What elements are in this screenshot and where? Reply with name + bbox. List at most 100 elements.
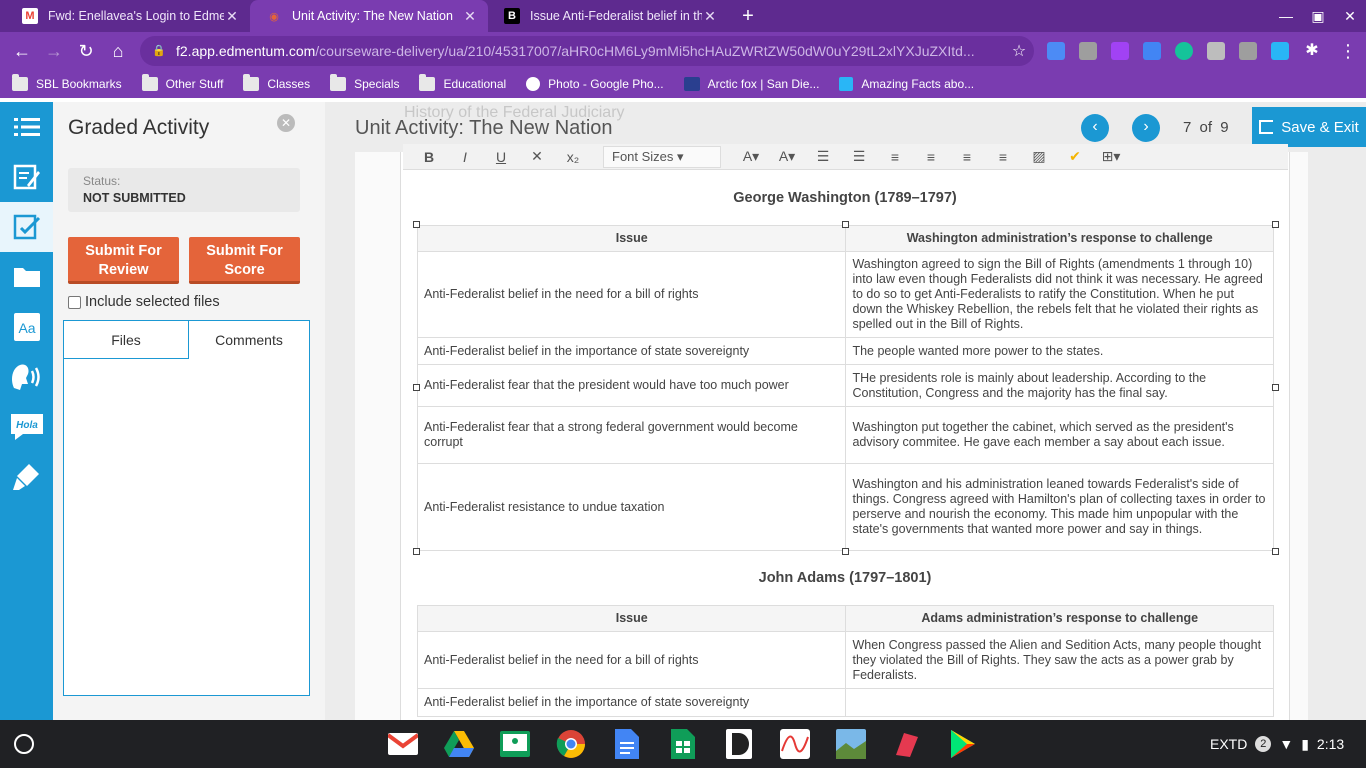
resize-handle[interactable] [413, 548, 420, 555]
save-and-exit-button[interactable]: Save & Exit [1252, 107, 1366, 147]
bookmark-arctic-fox[interactable]: Arctic fox | San Die... [683, 77, 819, 91]
table-icon[interactable]: ⊞▾ [1093, 148, 1129, 165]
extensions-puzzle-icon[interactable]: ✱ [1303, 42, 1321, 60]
close-icon[interactable]: ✕ [702, 8, 718, 25]
bookmark-amazing-facts[interactable]: Amazing Facts abo... [839, 77, 974, 91]
tab-gmail[interactable]: M Fwd: Enellavea's Login to Edmen ✕ [6, 0, 250, 32]
include-files-checkbox[interactable] [68, 295, 81, 309]
bookmark-other-stuff[interactable]: Other Stuff [141, 74, 223, 91]
resize-handle[interactable] [413, 384, 420, 391]
align-right-icon[interactable]: ≡ [985, 149, 1021, 165]
extension-icon[interactable] [1079, 42, 1097, 60]
tab-unit-activity[interactable]: ◉ Unit Activity: The New Nation ✕ [250, 0, 488, 32]
bookmark-educational[interactable]: Educational [419, 74, 506, 91]
bookmark-specials[interactable]: Specials [330, 74, 399, 91]
chrome-icon[interactable] [555, 728, 587, 760]
next-page-button[interactable]: › [1132, 114, 1160, 142]
bullet-list-icon[interactable]: ☰ [805, 148, 841, 165]
highlighter-icon[interactable] [0, 452, 53, 502]
system-tray[interactable]: EXTD 2 ▼ ▮ 2:13 [1200, 728, 1360, 760]
google-classroom-icon[interactable] [499, 728, 531, 760]
italic-icon[interactable]: I [447, 149, 483, 165]
minimize-icon[interactable]: — [1270, 0, 1302, 32]
google-docs-icon[interactable] [611, 728, 643, 760]
response-cell[interactable]: The people wanted more power to the stat… [845, 337, 1274, 365]
align-center-icon[interactable]: ≡ [949, 149, 985, 165]
bookmark-sbl[interactable]: SBL Bookmarks [12, 74, 122, 91]
google-drive-icon[interactable] [443, 728, 475, 760]
close-icon[interactable]: ✕ [277, 114, 295, 132]
subscript-icon[interactable]: x₂ [555, 149, 591, 165]
bookmark-star-icon[interactable]: ☆ [1004, 41, 1034, 61]
graded-activity-icon[interactable] [0, 202, 53, 252]
extension-icon[interactable] [1111, 42, 1129, 60]
extension-icon[interactable] [1271, 42, 1289, 60]
back-icon[interactable]: ← [8, 37, 36, 65]
response-cell[interactable]: Washington agreed to sign the Bill of Ri… [845, 251, 1274, 338]
google-play-icon[interactable] [947, 728, 979, 760]
bookmark-classes[interactable]: Classes [243, 74, 310, 91]
close-window-icon[interactable]: ✕ [1334, 0, 1366, 32]
launcher-icon[interactable] [14, 734, 34, 754]
bold-icon[interactable]: B [411, 149, 447, 165]
gmail-app-icon[interactable] [387, 728, 419, 760]
numbered-list-icon[interactable]: ☰ [841, 148, 877, 165]
tab-comments[interactable]: Comments [189, 321, 309, 359]
text-color-icon[interactable]: A▾ [733, 148, 769, 165]
response-cell[interactable] [845, 688, 1274, 717]
indent-icon[interactable]: ≡ [877, 149, 913, 165]
dictionary-icon[interactable]: Aa [0, 302, 53, 352]
resize-handle[interactable] [1272, 384, 1279, 391]
app-d-icon[interactable] [723, 728, 755, 760]
clear-format-icon[interactable]: ✕ [519, 148, 555, 165]
maximize-icon[interactable]: ▣ [1302, 0, 1334, 32]
translate-hola-icon[interactable]: Hola [0, 402, 53, 452]
tab-files[interactable]: Files [64, 321, 189, 359]
response-cell[interactable]: When Congress passed the Alien and Sedit… [845, 631, 1274, 689]
menu-dots-icon[interactable]: ⋮ [1334, 37, 1362, 65]
translate-extension-icon[interactable] [1143, 42, 1161, 60]
resize-handle[interactable] [842, 548, 849, 555]
graphing-app-icon[interactable] [779, 728, 811, 760]
text-to-speech-icon[interactable] [0, 352, 53, 402]
folder-icon [330, 74, 347, 91]
extension-icon[interactable] [1207, 42, 1225, 60]
submit-for-score-button[interactable]: Submit For Score [189, 237, 300, 284]
resize-handle[interactable] [1272, 221, 1279, 228]
notes-edit-icon[interactable] [0, 152, 53, 202]
resize-handle[interactable] [1272, 548, 1279, 555]
close-icon[interactable]: ✕ [224, 8, 240, 25]
adams-table[interactable]: Issue Adams administration’s response to… [416, 605, 1274, 717]
folder-icon[interactable] [0, 252, 53, 302]
new-tab-icon[interactable]: + [736, 4, 760, 28]
response-cell[interactable]: Washington put together the cabinet, whi… [845, 406, 1274, 464]
app-red-icon[interactable] [891, 728, 923, 760]
grammarly-icon[interactable] [1175, 42, 1193, 60]
response-cell[interactable]: THe presidents role is mainly about lead… [845, 364, 1274, 407]
resize-handle[interactable] [413, 221, 420, 228]
google-sheets-icon[interactable] [667, 728, 699, 760]
spellcheck-icon[interactable]: ✔ [1057, 148, 1093, 165]
submit-for-review-button[interactable]: Submit For Review [68, 237, 179, 284]
save-exit-label: Save & Exit [1281, 118, 1359, 136]
tab-brainly[interactable]: B Issue Anti-Federalist belief in the ✕ [488, 0, 728, 32]
photo-app-icon[interactable] [835, 728, 867, 760]
response-cell[interactable]: Washington and his administration leaned… [845, 463, 1274, 551]
forward-icon[interactable]: → [40, 37, 68, 65]
home-icon[interactable]: ⌂ [104, 37, 132, 65]
highlight-color-icon[interactable]: A▾ [769, 148, 805, 165]
extension-shield-icon[interactable] [1047, 42, 1065, 60]
extension-icon[interactable] [1239, 42, 1257, 60]
address-bar[interactable]: 🔒 f2.app.edmentum.com/courseware-deliver… [140, 36, 1034, 66]
align-left-icon[interactable]: ≡ [913, 149, 949, 165]
menu-list-icon[interactable] [0, 102, 53, 152]
washington-table[interactable]: Issue Washington administration’s respon… [416, 225, 1274, 551]
close-icon[interactable]: ✕ [462, 8, 478, 25]
bookmark-google-photos[interactable]: Photo - Google Pho... [526, 77, 664, 91]
previous-page-button[interactable]: ‹ [1081, 114, 1109, 142]
image-icon[interactable]: ▨ [1021, 148, 1057, 165]
font-sizes-select[interactable]: Font Sizes ▾ [603, 145, 721, 168]
resize-handle[interactable] [842, 221, 849, 228]
underline-icon[interactable]: U [483, 149, 519, 165]
reload-icon[interactable]: ↻ [72, 37, 100, 65]
